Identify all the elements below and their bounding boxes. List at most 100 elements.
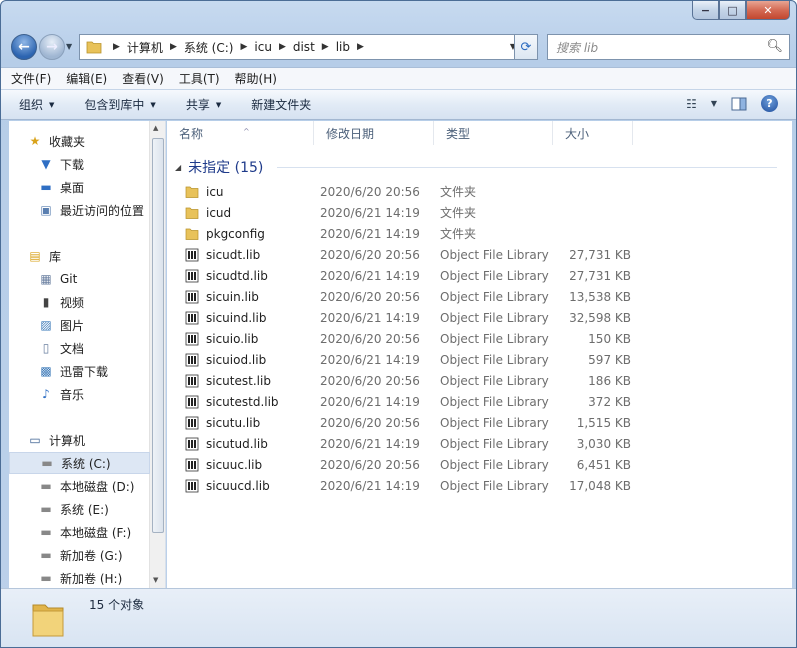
search-input[interactable]: 搜索 lib 🔍︎ bbox=[547, 34, 790, 60]
sidebar-item[interactable]: ▬ 桌面 bbox=[9, 176, 150, 198]
file-row[interactable]: sicuio.lib 2020/6/20 20:56 Object File Lib… bbox=[185, 328, 645, 349]
sidebar-libraries[interactable]: ▤ 库 bbox=[9, 245, 150, 267]
column-size[interactable]: 大小 bbox=[553, 121, 633, 145]
file-row[interactable]: sicutest.lib 2020/6/20 20:56 Object File L… bbox=[185, 370, 645, 391]
sidebar-item[interactable]: ▼ 下载 bbox=[9, 153, 150, 175]
back-button[interactable]: ← bbox=[11, 34, 37, 60]
file-row[interactable]: icud 2020/6/21 14:19 文件夹 bbox=[185, 202, 645, 223]
file-row[interactable]: icu 2020/6/20 20:56 文件夹 bbox=[185, 181, 645, 202]
view-dropdown-icon[interactable]: ▼ bbox=[711, 99, 717, 108]
file-row[interactable]: sicuiod.lib 2020/6/21 14:19 Object File Li… bbox=[185, 349, 645, 370]
file-date: 2020/6/20 20:56 bbox=[320, 331, 420, 346]
breadcrumb-separator-icon[interactable]: ▶ bbox=[322, 42, 329, 52]
search-icon[interactable]: 🔍︎ bbox=[766, 39, 783, 54]
menu-item[interactable]: 编辑(E) bbox=[66, 70, 107, 87]
file-row[interactable]: sicuin.lib 2020/6/20 20:56 Object File Lib… bbox=[185, 286, 645, 307]
sidebar-item[interactable]: ▮ 视频 bbox=[9, 291, 150, 313]
navigation-scrollbar[interactable]: ▲ ▼ bbox=[149, 121, 165, 588]
sidebar-drive[interactable]: ▬ 本地磁盘 (F:) bbox=[9, 521, 150, 543]
organize-button[interactable]: 组织 ▼ bbox=[19, 96, 54, 113]
share-button[interactable]: 共享 ▼ bbox=[186, 96, 221, 113]
refresh-button[interactable]: ⟳ bbox=[514, 34, 538, 60]
column-name[interactable]: 名称 ^ bbox=[167, 121, 314, 145]
file-type: Object File Library bbox=[440, 268, 549, 283]
breadcrumb-separator-icon[interactable]: ▶ bbox=[279, 42, 286, 52]
file-row[interactable]: sicuuc.lib 2020/6/20 20:56 Object File Lib… bbox=[185, 454, 645, 475]
group-header[interactable]: ◢ 未指定 (15) bbox=[175, 157, 263, 177]
breadcrumb-separator-icon[interactable]: ▶ bbox=[357, 42, 364, 52]
minimize-button[interactable]: − bbox=[692, 1, 719, 20]
view-mode-icon[interactable]: ☷ bbox=[686, 97, 697, 111]
breadcrumb-separator-icon[interactable]: ▶ bbox=[170, 42, 177, 52]
music-icon: ♪ bbox=[42, 387, 50, 401]
sidebar-drive[interactable]: ▬ 新加卷 (H:) bbox=[9, 567, 150, 588]
menu-item[interactable]: 文件(F) bbox=[11, 70, 51, 87]
file-date: 2020/6/20 20:56 bbox=[320, 373, 420, 388]
sidebar-item[interactable]: ▣ 最近访问的位置 bbox=[9, 199, 150, 221]
file-row[interactable]: sicudt.lib 2020/6/20 20:56 Object File Lib… bbox=[185, 244, 645, 265]
address-bar[interactable]: ▶ 计算机 ▶ 系统 (C:) ▶ icu ▶ dist ▶ lib ▶ ▼ bbox=[79, 34, 521, 60]
command-bar: 组织 ▼ 包含到库中 ▼ 共享 ▼ 新建文件夹 ☷ ▼ ? bbox=[1, 89, 796, 120]
column-type[interactable]: 类型 bbox=[434, 121, 553, 145]
explorer-window: − □ ✕ ← → ▼ ▶ 计算机 ▶ 系统 (C:) ▶ icu ▶ dist ▶ lib ▶ ▼… bbox=[0, 0, 797, 648]
breadcrumb-item[interactable]: dist bbox=[293, 40, 315, 54]
menu-item[interactable]: 查看(V) bbox=[122, 70, 164, 87]
sidebar-drive[interactable]: ▬ 系统 (C:) bbox=[9, 452, 150, 474]
sidebar-drive[interactable]: ▬ 新加卷 (G:) bbox=[9, 544, 150, 566]
file-size: 597 KB bbox=[588, 352, 631, 367]
maximize-button[interactable]: □ bbox=[719, 1, 746, 20]
file-row[interactable]: sicutestd.lib 2020/6/21 14:19 Object File … bbox=[185, 391, 645, 412]
breadcrumb-separator-icon[interactable]: ▶ bbox=[113, 42, 120, 52]
navigation-label: 新加卷 (G:) bbox=[60, 548, 123, 563]
sidebar-item[interactable]: ▩ 迅雷下载 bbox=[9, 360, 150, 382]
sidebar-item[interactable]: ▨ 图片 bbox=[9, 314, 150, 336]
scroll-up-icon[interactable]: ▲ bbox=[153, 124, 158, 132]
breadcrumb-item[interactable]: 计算机 bbox=[127, 39, 163, 56]
menu-item[interactable]: 帮助(H) bbox=[235, 70, 277, 87]
column-date[interactable]: 修改日期 bbox=[314, 121, 434, 145]
file-row[interactable]: sicutud.lib 2020/6/21 14:19 Object File Li… bbox=[185, 433, 645, 454]
file-row[interactable]: sicuucd.lib 2020/6/21 14:19 Object File Li… bbox=[185, 475, 645, 496]
file-date: 2020/6/21 14:19 bbox=[320, 394, 420, 409]
new-folder-button[interactable]: 新建文件夹 bbox=[251, 96, 311, 113]
sidebar-item[interactable]: ♪ 音乐 bbox=[9, 383, 150, 405]
file-name: icu bbox=[206, 184, 224, 199]
sidebar-favorites[interactable]: ★ 收藏夹 bbox=[9, 130, 150, 152]
file-name: sicuuc.lib bbox=[206, 457, 263, 472]
file-row[interactable]: pkgconfig 2020/6/21 14:19 文件夹 bbox=[185, 223, 645, 244]
sidebar-drive[interactable]: ▬ 本地磁盘 (D:) bbox=[9, 475, 150, 497]
file-row[interactable]: sicuind.lib 2020/6/21 14:19 Object File Li… bbox=[185, 307, 645, 328]
scrollbar-thumb[interactable] bbox=[152, 138, 164, 533]
forward-button[interactable]: → bbox=[39, 34, 65, 60]
file-type: Object File Library bbox=[440, 310, 549, 325]
navigation-label: 系统 (E:) bbox=[60, 502, 109, 517]
chevron-down-icon: ▼ bbox=[49, 100, 55, 109]
breadcrumb-item[interactable]: 系统 (C:) bbox=[184, 39, 234, 56]
desktop-icon: ▬ bbox=[40, 180, 52, 194]
folder-icon bbox=[185, 228, 199, 240]
file-row[interactable]: sicutu.lib 2020/6/20 20:56 Object File Lib… bbox=[185, 412, 645, 433]
breadcrumb-item[interactable]: lib bbox=[336, 40, 350, 54]
include-in-library-button[interactable]: 包含到库中 ▼ bbox=[84, 96, 155, 113]
sidebar-item[interactable]: ▦ Git bbox=[9, 268, 150, 290]
scroll-down-icon[interactable]: ▼ bbox=[153, 576, 158, 584]
collapse-triangle-icon[interactable]: ◢ bbox=[175, 163, 181, 172]
library-icon: ▤ bbox=[29, 249, 41, 263]
sidebar-computer[interactable]: ▭ 计算机 bbox=[9, 429, 150, 451]
file-size: 13,538 KB bbox=[569, 289, 631, 304]
menu-item[interactable]: 工具(T) bbox=[179, 70, 220, 87]
recent-pages-dropdown-icon[interactable]: ▼ bbox=[66, 42, 72, 51]
sidebar-drive[interactable]: ▬ 系统 (E:) bbox=[9, 498, 150, 520]
breadcrumb-item[interactable]: icu bbox=[254, 40, 272, 54]
file-date: 2020/6/21 14:19 bbox=[320, 352, 420, 367]
breadcrumb-separator-icon[interactable]: ▶ bbox=[240, 42, 247, 52]
library-file-icon bbox=[185, 458, 199, 471]
file-row[interactable]: sicudtd.lib 2020/6/21 14:19 Object File Li… bbox=[185, 265, 645, 286]
sidebar-item[interactable]: ▯ 文档 bbox=[9, 337, 150, 359]
file-name: sicutestd.lib bbox=[206, 394, 279, 409]
close-button[interactable]: ✕ bbox=[746, 1, 790, 20]
navigation-label: 音乐 bbox=[60, 387, 85, 402]
help-button[interactable]: ? bbox=[761, 95, 778, 112]
file-date: 2020/6/20 20:56 bbox=[320, 415, 420, 430]
preview-pane-icon[interactable] bbox=[731, 97, 747, 111]
